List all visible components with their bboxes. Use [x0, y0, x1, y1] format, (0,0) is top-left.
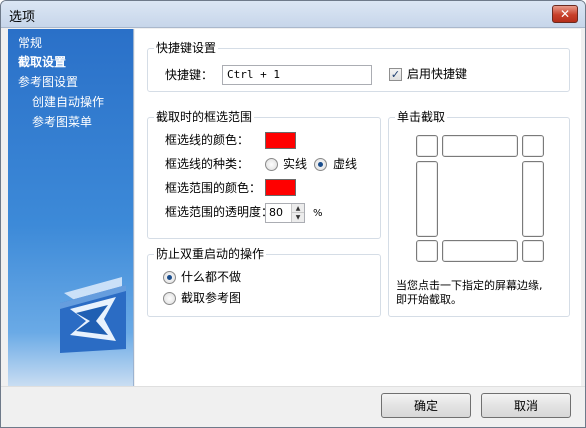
selection-range-group: 截取时的框选范围 框选线的颜色： 框选线的种类： 实线 虚线 框选范围的颜色： … [147, 109, 381, 239]
shortcut-input[interactable]: Ctrl + 1 [222, 65, 372, 85]
close-icon: ✕ [559, 7, 571, 21]
app-logo-icon [60, 277, 126, 353]
options-dialog: 选项 ✕ 常规 截取设置 参考图设置 创建自动操作 参考图菜单 快捷键设置 快捷… [0, 0, 586, 428]
sidebar-item-general[interactable]: 常规 [18, 34, 42, 51]
line-color-swatch[interactable] [265, 132, 296, 149]
do-nothing-label: 什么都不做 [181, 270, 242, 284]
sidebar-item-reference-menu[interactable]: 参考图菜单 [32, 113, 92, 130]
dashed-line-radio[interactable] [314, 158, 327, 171]
bottom-left-corner-tile[interactable] [416, 240, 438, 262]
opacity-label: 框选范围的透明度： [165, 205, 274, 219]
ok-button[interactable]: 确定 [381, 393, 471, 418]
capture-reference-label: 截取参考图 [181, 291, 242, 305]
top-edge-tile[interactable] [442, 135, 518, 157]
shortcut-group: 快捷键设置 快捷键： Ctrl + 1 ✓ 启用快捷键 [147, 40, 570, 92]
click-capture-group: 单击截取 当您点击一下指定的屏幕边缘, 即开始截取。 [388, 109, 570, 317]
opacity-unit: % [313, 208, 323, 219]
click-capture-group-title: 单击截取 [395, 109, 448, 125]
bottom-right-corner-tile[interactable] [522, 240, 544, 262]
cancel-button[interactable]: 取消 [481, 393, 571, 418]
line-color-label: 框选线的颜色： [165, 133, 250, 147]
enable-shortcut-checkbox[interactable]: ✓ [389, 68, 402, 81]
check-icon: ✓ [390, 68, 401, 81]
left-edge-tile[interactable] [416, 161, 438, 237]
dialog-footer: 确定 取消 [1, 386, 585, 427]
click-capture-hint-line2: 即开始截取。 [396, 293, 462, 306]
right-edge-tile[interactable] [522, 161, 544, 237]
shortcut-group-title: 快捷键设置 [154, 40, 219, 56]
line-type-label: 框选线的种类： [165, 157, 250, 171]
window-title: 选项 [9, 10, 36, 25]
do-nothing-radio[interactable] [163, 271, 176, 284]
prevent-group-title: 防止双重启动的操作 [154, 246, 267, 262]
enable-shortcut-label: 启用快捷键 [407, 67, 468, 81]
sidebar-item-capture-settings[interactable]: 截取设置 [18, 53, 66, 70]
bottom-edge-tile[interactable] [442, 240, 518, 262]
opacity-value: 80 [269, 206, 283, 219]
range-color-swatch[interactable] [265, 179, 296, 196]
title-bar: 选项 ✕ [1, 1, 585, 28]
spin-up-icon[interactable]: ▲ [291, 204, 304, 213]
shortcut-label: 快捷键： [165, 68, 214, 82]
capture-reference-radio[interactable] [163, 292, 176, 305]
settings-panel: 快捷键设置 快捷键： Ctrl + 1 ✓ 启用快捷键 截取时的框选范围 框选线… [135, 29, 581, 386]
top-right-corner-tile[interactable] [522, 135, 544, 157]
spin-down-icon[interactable]: ▼ [291, 213, 304, 222]
solid-line-radio[interactable] [265, 158, 278, 171]
prevent-double-start-group: 防止双重启动的操作 什么都不做 截取参考图 [147, 246, 381, 317]
sidebar: 常规 截取设置 参考图设置 创建自动操作 参考图菜单 [8, 29, 134, 386]
top-left-corner-tile[interactable] [416, 135, 438, 157]
selection-group-title: 截取时的框选范围 [154, 109, 255, 125]
opacity-spinner[interactable]: 80 ▲ ▼ [265, 203, 305, 223]
range-color-label: 框选范围的颜色： [165, 181, 262, 195]
dashed-line-label: 虚线 [333, 157, 358, 171]
sidebar-item-create-auto-action[interactable]: 创建自动操作 [32, 93, 104, 110]
solid-line-label: 实线 [283, 157, 308, 171]
sidebar-item-reference-settings[interactable]: 参考图设置 [18, 73, 78, 90]
close-button[interactable]: ✕ [552, 5, 578, 23]
